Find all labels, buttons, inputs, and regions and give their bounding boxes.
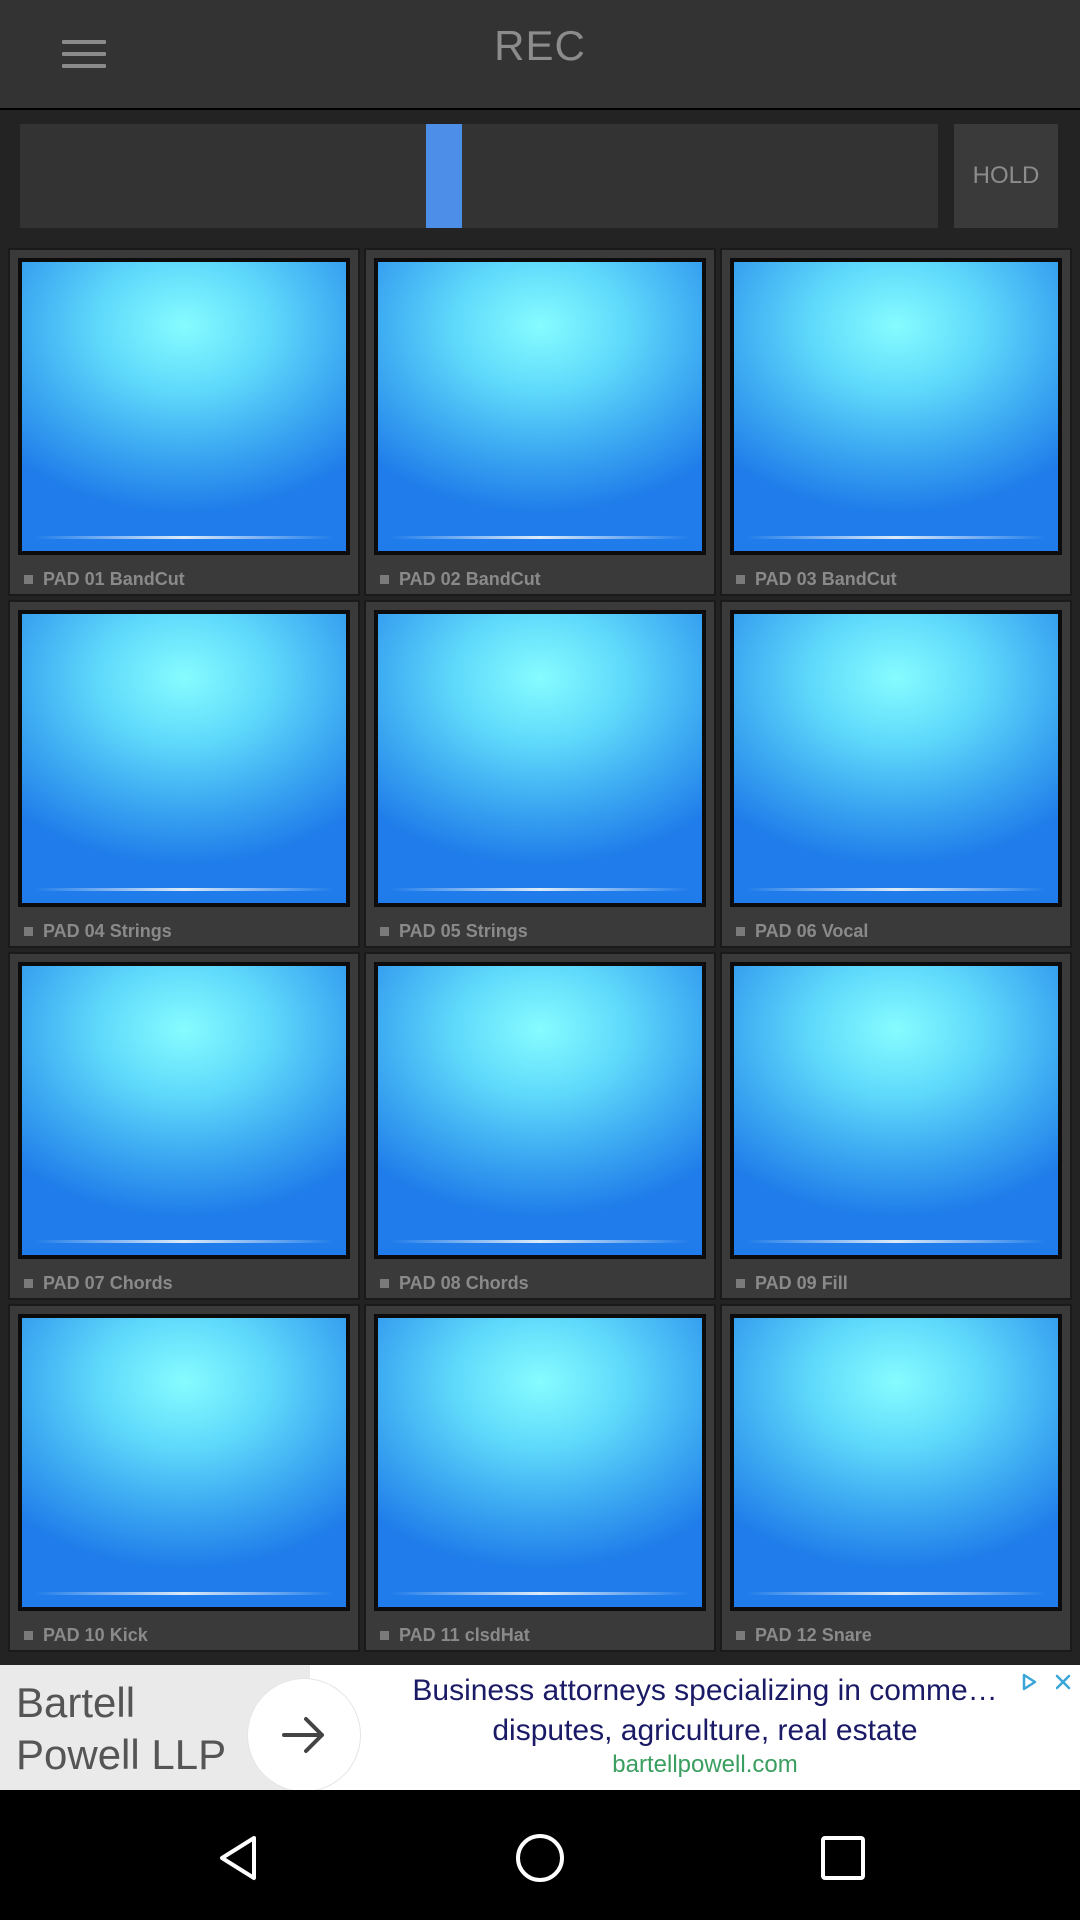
home-circle-icon[interactable]: [492, 1810, 588, 1906]
bullet-icon: [736, 926, 745, 936]
pad-button[interactable]: [18, 258, 350, 555]
pad-button[interactable]: [730, 1314, 1062, 1611]
pad-button[interactable]: [730, 258, 1062, 555]
pad-label-row: PAD 05 Strings: [380, 920, 528, 942]
bullet-icon: [380, 1630, 389, 1640]
pad-label-row: PAD 11 clsdHat: [380, 1624, 530, 1646]
control-strip: HOLD: [0, 110, 1080, 240]
hold-button[interactable]: HOLD: [954, 124, 1058, 228]
pad-label: PAD 02 BandCut: [399, 568, 541, 589]
pad-cell[interactable]: PAD 08 Chords: [364, 952, 716, 1300]
pad-button[interactable]: [18, 962, 350, 1259]
pad-cell[interactable]: PAD 07 Chords: [8, 952, 360, 1300]
pad-label-row: PAD 12 Snare: [736, 1624, 872, 1646]
pad-label-row: PAD 04 Strings: [24, 920, 172, 942]
bullet-icon: [736, 1630, 745, 1640]
pad-label-row: PAD 03 BandCut: [736, 568, 897, 590]
pad-cell[interactable]: PAD 09 Fill: [720, 952, 1072, 1300]
close-icon[interactable]: [1046, 1665, 1080, 1699]
pad-cell[interactable]: PAD 02 BandCut: [364, 248, 716, 596]
pad-cell[interactable]: PAD 10 Kick: [8, 1304, 360, 1652]
pad-cell[interactable]: PAD 12 Snare: [720, 1304, 1072, 1652]
pad-cell[interactable]: PAD 11 clsdHat: [364, 1304, 716, 1652]
pad-cell[interactable]: PAD 06 Vocal: [720, 600, 1072, 948]
pad-button[interactable]: [374, 962, 706, 1259]
bullet-icon: [380, 574, 389, 584]
pad-label-row: PAD 10 Kick: [24, 1624, 148, 1646]
bullet-icon: [24, 1630, 33, 1640]
recents-square-icon[interactable]: [795, 1810, 891, 1906]
pad-grid: PAD 01 BandCut PAD 02 BandCut PAD 03 BandC…: [0, 240, 1080, 1665]
bullet-icon: [24, 1278, 33, 1288]
pad-label: PAD 11 clsdHat: [399, 1624, 530, 1645]
level-slider[interactable]: [20, 124, 938, 228]
bullet-icon: [24, 574, 33, 584]
pad-cell[interactable]: PAD 04 Strings: [8, 600, 360, 948]
page-title: REC: [494, 22, 586, 69]
arrow-right-icon[interactable]: [248, 1679, 360, 1791]
bullet-icon: [380, 1278, 389, 1288]
pad-label: PAD 04 Strings: [43, 920, 172, 941]
pad-label-row: PAD 06 Vocal: [736, 920, 868, 942]
system-nav-bar: [0, 1790, 1080, 1920]
pad-label: PAD 06 Vocal: [755, 920, 869, 941]
pad-label: PAD 08 Chords: [399, 1272, 529, 1293]
pad-button[interactable]: [18, 1314, 350, 1611]
pad-cell[interactable]: PAD 01 BandCut: [8, 248, 360, 596]
pad-button[interactable]: [18, 610, 350, 907]
pad-button[interactable]: [374, 258, 706, 555]
bullet-icon: [24, 926, 33, 936]
pad-label: PAD 12 Snare: [755, 1624, 872, 1645]
bullet-icon: [736, 1278, 745, 1288]
ad-banner[interactable]: Bartell Powell LLP Business attorneys sp…: [0, 1665, 1080, 1791]
ad-choices-icon[interactable]: [1012, 1665, 1046, 1699]
pad-label-row: PAD 07 Chords: [24, 1272, 173, 1294]
pad-label: PAD 03 BandCut: [755, 568, 897, 589]
ad-headline[interactable]: Business attorneys specializing in comme…: [360, 1671, 1050, 1751]
ad-url[interactable]: bartellpowell.com: [360, 1751, 1050, 1779]
pad-label: PAD 07 Chords: [43, 1272, 173, 1293]
pad-label-row: PAD 09 Fill: [736, 1272, 848, 1294]
pad-cell[interactable]: PAD 05 Strings: [364, 600, 716, 948]
pad-label: PAD 10 Kick: [43, 1624, 148, 1645]
pad-cell[interactable]: PAD 03 BandCut: [720, 248, 1072, 596]
pad-button[interactable]: [730, 962, 1062, 1259]
pad-label: PAD 09 Fill: [755, 1272, 848, 1293]
pad-label-row: PAD 02 BandCut: [380, 568, 541, 590]
bullet-icon: [736, 574, 745, 584]
pad-label: PAD 01 BandCut: [43, 568, 185, 589]
pad-button[interactable]: [730, 610, 1062, 907]
pad-label: PAD 05 Strings: [399, 920, 528, 941]
slider-thumb[interactable]: [426, 124, 462, 228]
app-bar: REC: [0, 0, 1080, 108]
back-triangle-icon[interactable]: [190, 1810, 286, 1906]
bullet-icon: [380, 926, 389, 936]
pad-label-row: PAD 01 BandCut: [24, 568, 185, 590]
pad-button[interactable]: [374, 610, 706, 907]
pad-label-row: PAD 08 Chords: [380, 1272, 529, 1294]
pad-button[interactable]: [374, 1314, 706, 1611]
